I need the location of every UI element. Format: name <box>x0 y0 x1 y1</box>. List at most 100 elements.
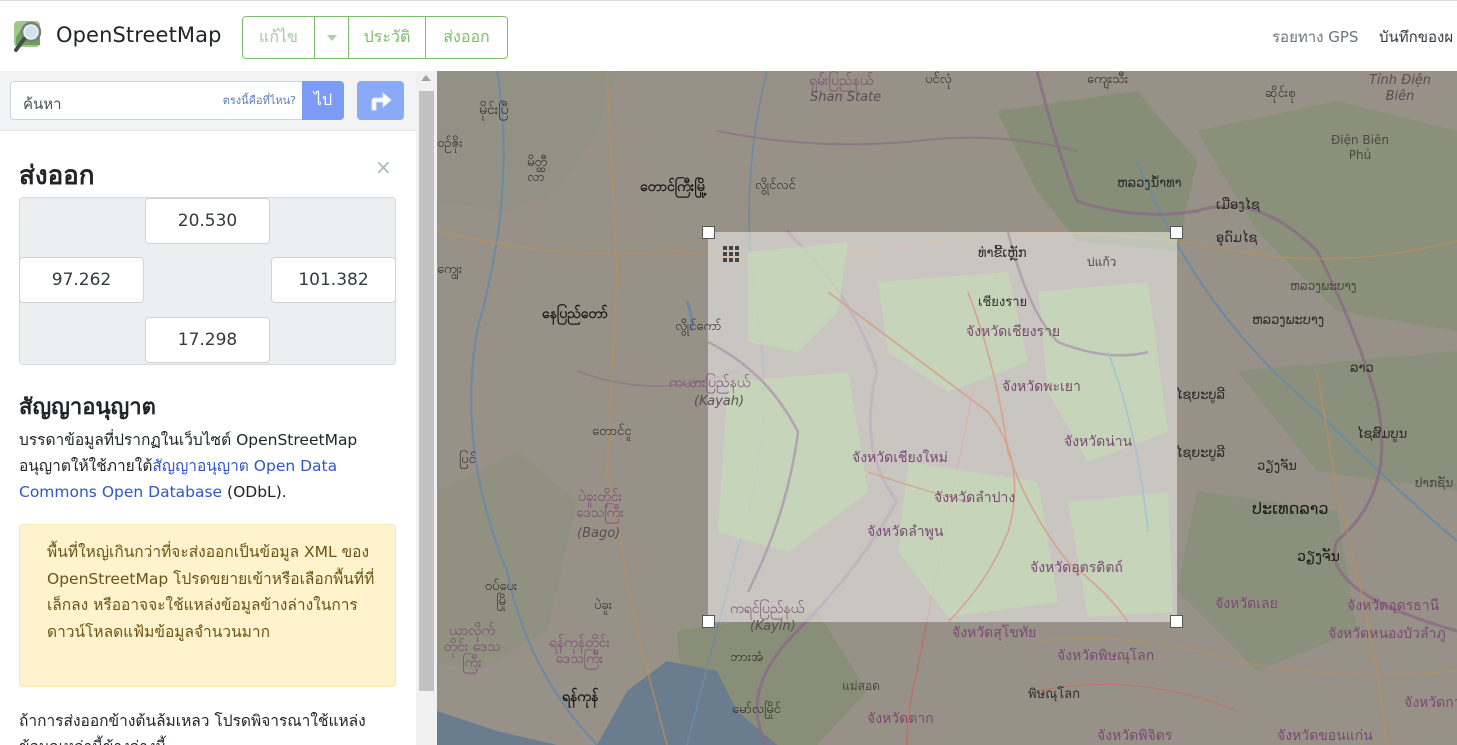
map-label: (Kayah) <box>694 394 745 409</box>
map-label: จังหวัดพิษณุโลก <box>1057 648 1155 664</box>
map-label: ပဲခူး <box>594 598 613 613</box>
map-label: ຫລວງພະບາງ <box>1252 313 1325 328</box>
site-logo[interactable]: OpenStreetMap <box>12 17 222 53</box>
map-label: จังหวัดอุดรธานี <box>1347 598 1440 614</box>
map-label: ໄຊຍະບູລີ <box>1176 388 1225 403</box>
search-bar: ค้นหา ตรงนี้คือที่ไหน? ไป <box>0 71 416 131</box>
map-label: จังหวัดหนองบัวลำภู <box>1328 626 1446 642</box>
history-button[interactable]: ประวัติ <box>349 17 426 58</box>
map-label: จังหวัดเลย <box>1215 596 1278 612</box>
map-label: ပဲခူးတိုင်း ဒေသကြီး <box>576 489 624 521</box>
directions-icon <box>371 91 392 110</box>
map-label: တောင်ငူ <box>592 424 632 439</box>
map-label: จังหวัดเชียงใหม่ <box>852 450 948 466</box>
map-label: ဆိုင်းစု <box>1265 86 1296 101</box>
map-label: မိတ္ထီလာ <box>527 155 548 185</box>
map-label: ລາວ <box>1350 361 1374 376</box>
export-button[interactable]: ส่งออก <box>426 17 507 58</box>
map-label: ဝဥ်ဇိုး <box>437 136 463 151</box>
map-label: ອຸດົມໄຊ <box>1216 231 1258 246</box>
map-label: ທ່າຂີ້ເຫຼັກ <box>978 246 1027 261</box>
map-label: ပြင် <box>459 452 476 467</box>
map-label: Shan State <box>810 90 882 105</box>
max-lat-input[interactable]: 20.530 <box>145 198 270 244</box>
bounding-box-inputs: 20.530 97.262 101.382 17.298 <box>19 197 396 365</box>
map-label: แม่สอด <box>842 679 880 693</box>
map-label: ວຽງຈັນ <box>1297 549 1340 565</box>
map-label: จังหวัดตาก <box>867 711 934 727</box>
map-label: จังหวัดเชียงราย <box>966 324 1061 340</box>
map-label: ရန်ကုန် <box>562 689 599 705</box>
map-label: ປາກຊັນ <box>1415 476 1454 490</box>
edit-dropdown-button[interactable] <box>315 17 349 58</box>
selection-handle-se[interactable] <box>1170 615 1183 628</box>
map-label: ကယားပြည်နယ် <box>669 375 751 391</box>
edit-button[interactable]: แก้ไข <box>243 17 315 58</box>
map-label: จังหวัดขอนแก่น <box>1277 728 1373 744</box>
map-label: ໄຊຍະບູລີ <box>1176 446 1225 461</box>
edit-history-export-group: แก้ไข ประวัติ ส่งออก <box>242 16 508 59</box>
license-text: บรรดาข้อมูลที่ปรากฏในเว็บไซต์ OpenStreet… <box>19 427 399 505</box>
map-label: Tỉnh Điện Biên <box>1368 73 1432 104</box>
map-label: Điện Biên Phủ <box>1331 133 1389 162</box>
map-label: จังหวัดพะเยา <box>1002 379 1081 395</box>
map-label: ဘားအံ <box>730 650 764 665</box>
map-label: จังหวัดสุโขทัย <box>952 625 1037 641</box>
search-placeholder: ค้นหา <box>23 95 62 113</box>
map-label: မိုင်းပြီ <box>479 102 509 118</box>
map-label: ကျေးသီး <box>1087 72 1129 87</box>
map-label: နေပြည်တော် <box>542 306 608 322</box>
site-title: OpenStreetMap <box>56 23 222 47</box>
map-label: ရန်ကုန်တိုင်း ဒေသကြီး <box>548 635 611 667</box>
max-lon-input[interactable]: 101.382 <box>271 257 396 303</box>
selection-handle-ne[interactable] <box>1170 226 1183 239</box>
directions-button[interactable] <box>357 81 404 120</box>
min-lat-input[interactable]: 17.298 <box>145 317 270 363</box>
license-suffix: (ODbL). <box>222 483 287 501</box>
map-label: ကရင်ပြည်နယ် <box>730 601 805 617</box>
map-label: မော်လမြိုင် <box>732 702 781 717</box>
map-label: พิษณุโลก <box>1028 687 1081 702</box>
map-label: จังหวัดลำปาง <box>934 490 1016 506</box>
export-fallback-text: ถ้าการส่งออกข้างต้นล้มเหลว โปรดพิจารณาใช… <box>19 712 366 745</box>
map-label: ကျွေး <box>437 262 463 277</box>
selection-handle-sw[interactable] <box>702 615 715 628</box>
map-label: จังหวัดลำพูน <box>867 524 944 540</box>
top-header: OpenStreetMap แก้ไข ประวัติ ส่งออก รอยทา… <box>0 0 1457 71</box>
where-am-i-link[interactable]: ตรงนี้คือที่ไหน? <box>223 91 296 109</box>
search-go-button[interactable]: ไป <box>302 81 344 120</box>
map-label: ရှမ်းပြည်နယ် <box>809 73 874 89</box>
map-label: จังหวัดอุตรดิตถ์ <box>1030 560 1123 576</box>
export-panel-title: ส่งออก <box>19 161 95 191</box>
osm-logo-icon <box>12 17 48 53</box>
scroll-up-arrow-icon[interactable] <box>421 75 431 81</box>
map-label: ယာလိုက်တိုင်း ဒေသကြီး <box>443 623 501 671</box>
map-label: จังหวัดพิจิตร <box>1097 728 1173 744</box>
chevron-down-icon <box>326 34 337 41</box>
map-label: လွိုင်လင် <box>755 178 796 193</box>
min-lon-input[interactable]: 97.262 <box>19 257 144 303</box>
search-input[interactable]: ค้นหา ตรงนี้คือที่ไหน? <box>10 81 302 120</box>
map-view[interactable]: ရှမ်းပြည်နယ် Shan State ပင်လုံ ကျေးသီး T… <box>437 71 1457 745</box>
map-label: ຫລວງນ້ຳທາ <box>1117 176 1182 191</box>
close-icon[interactable]: × <box>375 155 392 179</box>
sidebar: ค้นหา ตรงนี้คือที่ไหน? ไป ส่งออก × 20.53… <box>0 71 437 745</box>
map-label: เชียงราย <box>978 295 1028 310</box>
map-label: จังหวัดน่าน <box>1064 434 1133 450</box>
map-label: ຫລວງພະບາງ <box>1290 279 1357 293</box>
map-label: ເມືອງໄຊ <box>1216 198 1260 213</box>
user-diaries-link[interactable]: บันทึกของผ <box>1379 25 1453 49</box>
map-label: ပင်လုံ <box>925 72 952 87</box>
drag-handle-icon[interactable] <box>723 246 739 262</box>
map-label: (Kayin) <box>750 619 796 634</box>
map-label: จังหวัดกาฬ <box>1404 695 1457 711</box>
gps-traces-link[interactable]: รอยทาง GPS <box>1272 25 1358 49</box>
selection-handle-nw[interactable] <box>702 226 715 239</box>
map-label: (Bago) <box>577 526 621 541</box>
map-label: ໄຊສົມບູນ <box>1357 427 1408 442</box>
export-area-too-large-warning: พื้นที่ใหญ่เกินกว่าที่จะส่งออกเป็นข้อมูล… <box>19 524 396 687</box>
map-label: လွိုင်ကော် <box>675 319 722 334</box>
map-label: ဝပ်ပေး မြို <box>484 579 518 609</box>
map-label: ວຽງຈັນ <box>1257 459 1297 474</box>
sidebar-scrollbar-thumb[interactable] <box>419 91 434 691</box>
